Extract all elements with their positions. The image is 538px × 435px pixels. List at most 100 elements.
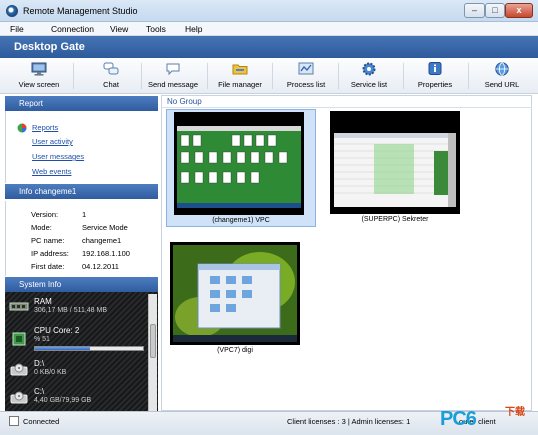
globe-icon [495, 62, 509, 76]
toolbar-label: Send URL [484, 80, 520, 89]
group-label: No Group [167, 97, 202, 106]
toolbar-label: Process list [286, 80, 326, 89]
remote-screen-preview [170, 242, 300, 345]
info-key: First date: [31, 262, 65, 271]
menu-connection[interactable]: Connection [51, 24, 94, 34]
send-message-button[interactable]: Send message [146, 60, 200, 92]
system-item-detail: 306,17 MB / 511,48 MB [34, 307, 108, 314]
process-list-button[interactable]: Process list [282, 60, 330, 92]
view-screen-button[interactable]: View screen [14, 60, 64, 92]
toolbar-label: File manager [218, 80, 262, 89]
toolbar-label: Service list [350, 80, 388, 89]
solitaire-screenshot-image [174, 112, 304, 215]
info-value: 04.12.2011 [82, 262, 119, 271]
user-activity-link[interactable]: User activity [32, 137, 73, 146]
toolbar: View screen Chat Send message File manag… [0, 58, 538, 94]
info-value: Service Mode [82, 223, 128, 232]
menu-help[interactable]: Help [185, 24, 202, 34]
menu-file[interactable]: File [10, 24, 24, 34]
speech-bubble-icon [166, 63, 180, 76]
report-section-header[interactable]: Report [5, 96, 158, 111]
web-events-link[interactable]: Web events [32, 167, 71, 176]
cpu-progress-bar [34, 346, 144, 351]
maximize-button[interactable]: □ [485, 3, 505, 18]
system-item-detail: 0 KB/0 KB [34, 369, 67, 376]
menu-view[interactable]: View [110, 24, 128, 34]
system-item-detail: 4,40 GB/79,99 GB [34, 397, 92, 404]
connection-status: Connected [23, 417, 60, 426]
send-url-button[interactable]: Send URL [482, 60, 522, 92]
computer-thumbnail[interactable]: (SUPERPC) Sekreter [327, 109, 463, 227]
system-item-name: C:\ [34, 387, 45, 396]
toolbar-label: Chat [103, 80, 119, 89]
system-info-header[interactable]: System Info [5, 277, 158, 292]
info-key: PC name: [31, 236, 65, 245]
info-key: IP address: [31, 249, 69, 258]
file-manager-button[interactable]: File manager [216, 60, 264, 92]
scrollbar-thumb[interactable] [150, 324, 156, 358]
cpu-icon [12, 332, 26, 346]
report-panel: Reports User activity User messages Web … [5, 111, 158, 183]
group-divider [161, 107, 532, 108]
properties-button[interactable]: Properties [414, 60, 456, 92]
info-key: Mode: [31, 223, 52, 232]
system-item-detail: % 51 [34, 336, 50, 343]
system-item-disk-d: D:\ 0 KB/0 KB [5, 358, 150, 382]
close-button[interactable]: x [505, 3, 533, 18]
remote-screen-preview [174, 112, 304, 215]
toolbar-divider [141, 63, 142, 89]
computer-caption: (changeme1) VPC [212, 217, 270, 224]
info-value: changeme1 [82, 236, 122, 245]
minimize-button[interactable]: – [464, 3, 485, 18]
user-messages-link[interactable]: User messages [32, 152, 84, 161]
system-item-name: D:\ [34, 359, 45, 368]
header-band: Desktop Gate [0, 36, 538, 58]
spreadsheet-screenshot-image [330, 111, 460, 214]
computer-caption: (SUPERPC) Sekreter [361, 216, 429, 223]
toolbar-divider [338, 63, 339, 89]
chat-button[interactable]: Chat [90, 60, 132, 92]
license-info: Client licenses : 3 | Admin licenses: 1 [287, 417, 411, 426]
title-bar: Remote Management Studio – □ x [0, 0, 538, 22]
reports-link[interactable]: Reports [32, 123, 58, 132]
toolbar-divider [207, 63, 208, 89]
info-value: 192.168.1.100 [82, 249, 130, 258]
window-title: Remote Management Studio [23, 6, 138, 16]
watermark-logo-cn: 下载 [505, 407, 525, 418]
system-item-name: CPU Core: 2 [34, 326, 80, 335]
cpu-progress-fill [35, 347, 91, 350]
toolbar-divider [73, 63, 74, 89]
computer-thumbnail[interactable]: (changeme1) VPC [166, 109, 316, 227]
info-key: Version: [31, 210, 59, 219]
system-item-cpu: CPU Core: 2 % 51 [5, 325, 150, 355]
computer-caption: (VPC7) digi [217, 347, 253, 354]
toolbar-label: View screen [18, 80, 60, 89]
system-info-scrollbar[interactable] [148, 294, 157, 411]
watermark-logo: PC6 [440, 408, 477, 430]
toolbar-divider [272, 63, 273, 89]
info-section-header[interactable]: Info changeme1 [5, 184, 158, 199]
folder-icon [232, 64, 248, 75]
disk-icon [10, 391, 28, 404]
menu-tools[interactable]: Tools [146, 24, 166, 34]
page-title: Desktop Gate [14, 41, 85, 53]
system-item-ram: RAM 306,17 MB / 511,48 MB [5, 295, 150, 319]
toolbar-divider [468, 63, 469, 89]
toolbar-label: Properties [417, 80, 453, 89]
chat-bubbles-icon [103, 62, 119, 75]
service-list-button[interactable]: Service list [346, 60, 392, 92]
app-logo-icon [6, 5, 18, 17]
properties-icon [428, 62, 442, 75]
info-panel: Version: 1 Mode: Service Mode PC name: c… [5, 201, 158, 276]
system-info-panel: RAM 306,17 MB / 511,48 MB CPU Core: 2 % … [5, 292, 158, 411]
disk-icon [10, 363, 28, 376]
windows7-desktop-screenshot-image [170, 242, 300, 345]
gear-icon [362, 62, 376, 76]
system-item-name: RAM [34, 297, 52, 306]
computer-thumbnail[interactable]: (VPC7) digi [167, 240, 303, 358]
monitor-icon [31, 62, 47, 76]
process-window-icon [298, 62, 314, 75]
connection-indicator [9, 416, 19, 426]
remote-screen-preview [330, 111, 460, 214]
ram-icon [9, 302, 29, 311]
